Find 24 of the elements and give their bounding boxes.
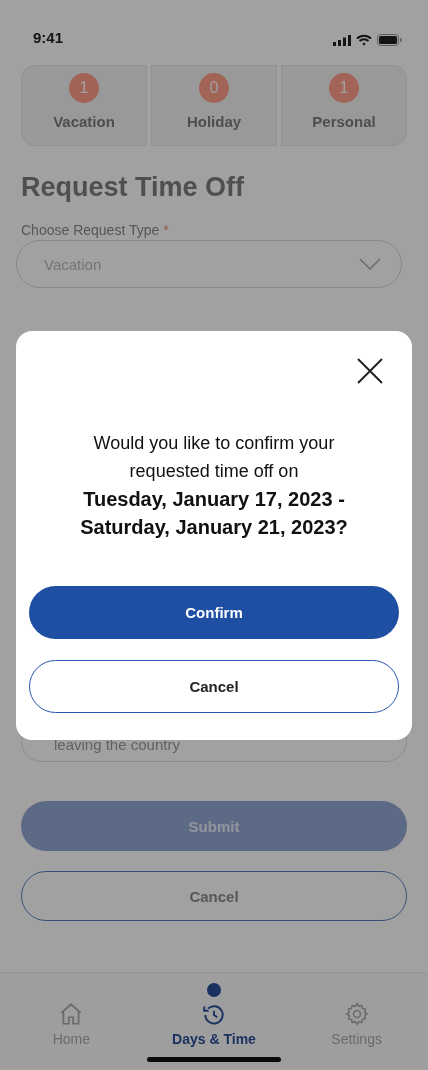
close-icon[interactable] xyxy=(356,357,384,385)
wifi-icon xyxy=(356,34,372,46)
status-time: 9:41 xyxy=(33,29,64,46)
summary-card[interactable]: 1 Personal xyxy=(281,65,407,146)
summary-card[interactable]: 0 Holiday xyxy=(151,65,277,146)
signal-icon xyxy=(333,34,351,46)
count-badge: 1 xyxy=(329,73,359,103)
cancel-button[interactable]: Cancel xyxy=(21,871,407,921)
dialog-cancel-button[interactable]: Cancel xyxy=(29,660,399,713)
count-badge: 1 xyxy=(69,73,99,103)
card-label: Personal xyxy=(312,113,376,130)
field-label: Choose Request Type * xyxy=(21,222,170,238)
summary-card[interactable]: 1 Vacation xyxy=(21,65,147,146)
card-label: Holiday xyxy=(186,113,242,130)
dialog-dates: Tuesday, January 17, 2023 - Saturday, January 21, 2023? xyxy=(79,487,349,540)
page-title: Request Time Off xyxy=(21,171,246,204)
dialog-message: Would you like to confirm your requested time off on xyxy=(92,432,336,483)
battery-icon xyxy=(377,34,402,46)
chevron-down-icon xyxy=(359,258,381,270)
settings-icon xyxy=(343,1001,370,1027)
card-label: Vacation xyxy=(53,113,115,130)
count-badge: 0 xyxy=(199,73,229,103)
confirm-button[interactable]: Confirm xyxy=(29,586,399,639)
active-dot xyxy=(207,983,221,997)
